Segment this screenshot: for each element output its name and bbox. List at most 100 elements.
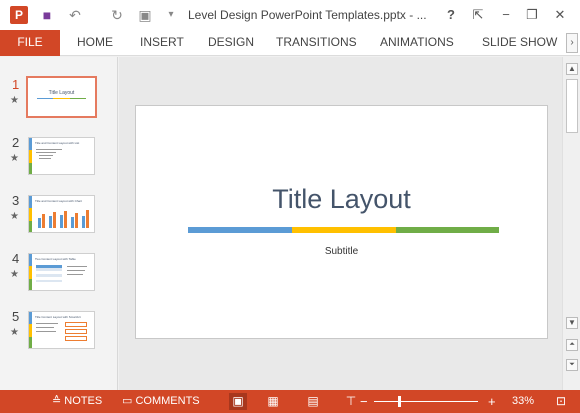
thumbnail-line [67, 266, 87, 267]
thumbnail-chart-bar [75, 213, 78, 228]
thumbnail-bar [29, 150, 32, 163]
slide-title[interactable]: Title Layout [136, 184, 547, 215]
zoom-slider-handle[interactable] [398, 396, 401, 407]
start-presentation-icon[interactable]: ▣ [136, 6, 154, 24]
tab-design[interactable]: DESIGN [208, 30, 254, 56]
slide-thumbnail-1[interactable]: Title Layout [26, 76, 97, 118]
thumbnail-shape [65, 329, 87, 334]
slide-thumbnail-pane: 1 ★ Title Layout 2 ★ Title and Content L… [0, 57, 118, 390]
normal-view-icon[interactable]: ▣ [229, 393, 247, 410]
scroll-down-icon[interactable]: ▼ [566, 317, 578, 329]
vertical-scrollbar[interactable]: ▲ ▼ ⏶ ⏷ [562, 57, 580, 390]
tab-home[interactable]: HOME [77, 30, 113, 56]
title-bar: P ■ ↶ ↻ ▣ ▾ Level Design PowerPoint Temp… [0, 0, 580, 30]
thumbnail-rule-green [70, 98, 86, 99]
title-rule-yellow [292, 227, 396, 233]
notes-label: NOTES [64, 395, 103, 407]
slide-thumbnail-2[interactable]: Title and Content Layout with List [28, 137, 95, 175]
thumbnail-bar [29, 163, 32, 174]
tab-file[interactable]: FILE [0, 30, 60, 56]
thumbnail-line [36, 149, 62, 150]
zoom-in-button[interactable]: + [488, 390, 496, 413]
slide-editor: Title Layout Subtitle [119, 57, 562, 390]
restore-button[interactable]: ❐ [522, 5, 542, 25]
animation-star-icon: ★ [10, 327, 19, 338]
thumbnail-title: Title Content Layout with SmartArt [35, 315, 81, 319]
scroll-thumb[interactable] [566, 79, 578, 133]
slide-subtitle[interactable]: Subtitle [136, 246, 547, 257]
close-button[interactable]: ✕ [550, 5, 570, 25]
redo-icon[interactable]: ↻ [108, 6, 126, 24]
thumbnail-title: Title Layout [48, 90, 75, 96]
thumbnail-rule-yellow [53, 98, 70, 99]
thumbnail-chart-bar [38, 218, 41, 228]
tab-transitions[interactable]: TRANSITIONS [276, 30, 357, 56]
tab-animations[interactable]: ANIMATIONS [380, 30, 454, 56]
scroll-up-icon[interactable]: ▲ [566, 63, 578, 75]
minimize-button[interactable]: − [496, 5, 516, 25]
zoom-out-button[interactable]: − [360, 390, 368, 413]
tab-insert[interactable]: INSERT [140, 30, 184, 56]
thumbnail-rule-blue [37, 98, 53, 99]
thumbnail-bar [29, 312, 32, 324]
thumbnail-shape [65, 336, 87, 341]
thumbnail-bar [29, 337, 32, 348]
slide-thumbnail-3[interactable]: Title and Content Layout with Chart [28, 195, 95, 233]
animation-star-icon: ★ [10, 153, 19, 164]
reading-view-icon[interactable]: ▤ [304, 393, 322, 410]
notes-icon: ≙ [52, 395, 62, 407]
slide-thumbnail-4[interactable]: Two Content Layout with Table [28, 253, 95, 291]
thumbnail-number: 4 [12, 251, 20, 266]
zoom-level[interactable]: 33% [512, 390, 534, 413]
title-rule-blue [188, 227, 292, 233]
thumbnail-title: Title and Content Layout with List [35, 141, 80, 145]
thumbnail-bar [29, 138, 32, 150]
thumbnail-shape [65, 322, 87, 327]
thumbnail-bar [29, 324, 32, 337]
thumbnail-line [36, 323, 58, 324]
animation-star-icon: ★ [10, 269, 19, 280]
animation-star-icon: ★ [10, 211, 19, 222]
save-icon[interactable]: ■ [38, 6, 56, 24]
thumbnail-number: 3 [12, 193, 20, 208]
thumbnail-bar [29, 196, 32, 208]
thumbnail-line [67, 274, 83, 275]
customize-toolbar-icon[interactable]: ▾ [162, 6, 180, 24]
fit-slide-icon[interactable]: ⊡ [552, 393, 570, 410]
thumbnail-bar [29, 266, 32, 279]
thumbnail-chart-bar [86, 210, 89, 228]
slide-thumbnail-5[interactable]: Title Content Layout with SmartArt [28, 311, 95, 349]
ribbon-display-options-icon[interactable]: ⇱ [468, 5, 488, 25]
thumbnail-number: 2 [12, 135, 20, 150]
zoom-slider[interactable] [374, 401, 478, 402]
notes-button[interactable]: ≙ NOTES [52, 390, 102, 413]
undo-icon[interactable]: ↶ [66, 6, 84, 24]
ribbon-scroll-right-icon[interactable]: › [566, 33, 578, 53]
previous-slide-icon[interactable]: ⏶ [566, 339, 578, 351]
title-rule-green [396, 227, 499, 233]
thumbnail-number: 1 [12, 77, 20, 92]
powerpoint-icon[interactable]: P [10, 6, 28, 24]
thumbnail-line [36, 152, 56, 153]
thumbnail-bar [29, 208, 32, 221]
comments-label: COMMENTS [135, 395, 200, 407]
slide-sorter-icon[interactable]: ▦ [264, 393, 282, 410]
thumbnail-number: 5 [12, 309, 20, 324]
help-button[interactable]: ? [441, 5, 461, 25]
thumbnail-line [39, 155, 53, 156]
thumbnail-title: Title and Content Layout with Chart [35, 199, 82, 203]
animation-star-icon: ★ [10, 95, 19, 106]
tab-slide-show[interactable]: SLIDE SHOW [482, 30, 557, 56]
document-title: Level Design PowerPoint Templates.pptx -… [188, 8, 427, 22]
thumbnail-chart-bar [53, 212, 56, 228]
thumbnail-title: Two Content Layout with Table [35, 257, 76, 261]
thumbnail-chart-bar [60, 215, 63, 228]
thumbnail-chart-bar [71, 217, 74, 228]
next-slide-icon[interactable]: ⏷ [566, 359, 578, 371]
main-slide[interactable]: Title Layout Subtitle [135, 105, 548, 339]
thumbnail-chart-bar [82, 216, 85, 228]
status-bar: ≙ NOTES ▭ COMMENTS ▣ ▦ ▤ ⊤ − + 33% ⊡ [0, 390, 580, 413]
comments-button[interactable]: ▭ COMMENTS [122, 390, 200, 413]
thumbnail-bar [29, 254, 32, 266]
slide-show-icon[interactable]: ⊤ [342, 393, 360, 410]
